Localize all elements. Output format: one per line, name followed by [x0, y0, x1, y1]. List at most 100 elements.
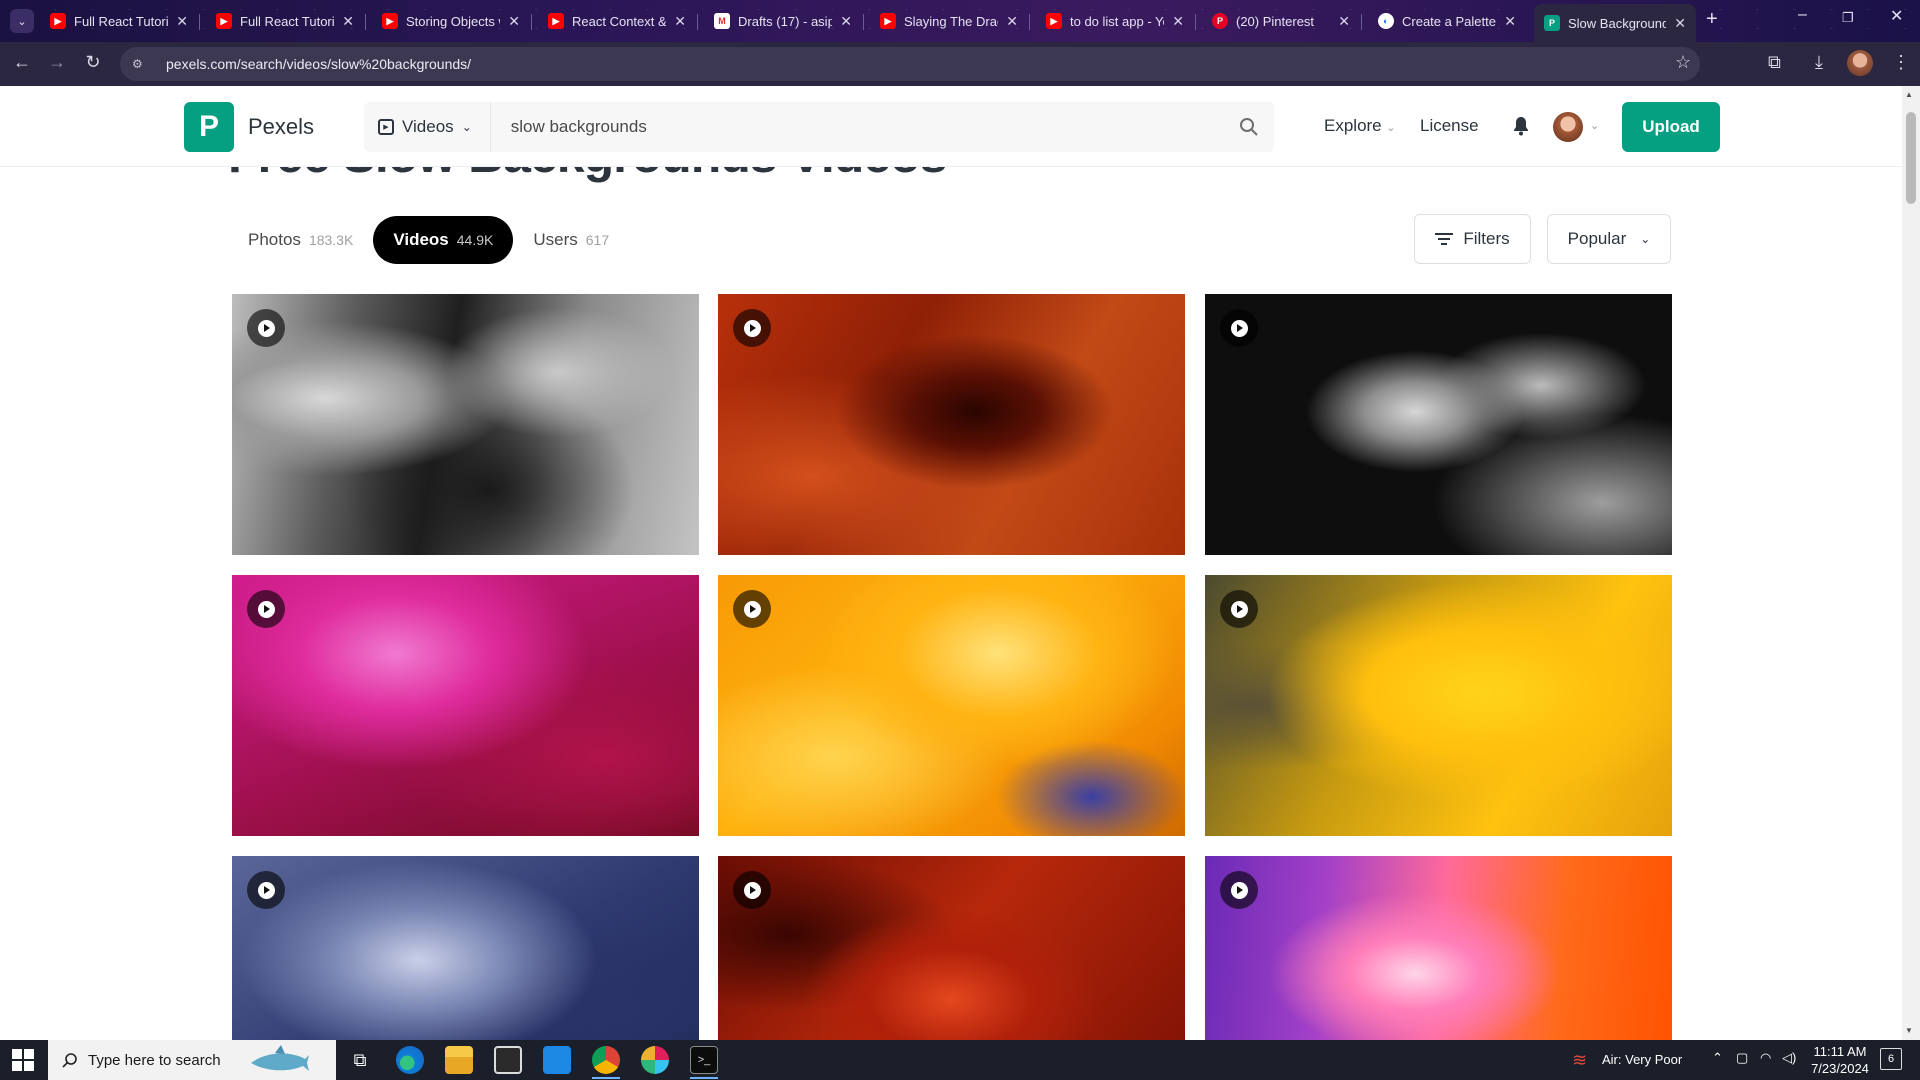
tab-videos[interactable]: Videos 44.9K — [373, 216, 514, 264]
search-type-dropdown[interactable]: ▶ Videos ⌄ — [364, 102, 491, 152]
browser-tab[interactable]: ▶ Full React Tutorial ✕ — [40, 6, 198, 36]
video-card[interactable] — [1205, 575, 1672, 836]
scroll-up-icon[interactable]: ▲ — [1905, 90, 1913, 99]
download-icon[interactable]: ⤓ — [1815, 52, 1823, 73]
reload-icon[interactable]: ↻ — [81, 52, 105, 73]
youtube-icon: ▶ — [1046, 13, 1062, 29]
forward-icon[interactable]: → — [45, 52, 69, 73]
browser-tab[interactable]: ▶ React Context & I ✕ — [538, 6, 696, 36]
shark-icon — [250, 1045, 309, 1071]
browser-tab[interactable]: ▶ Slaying The Drago ✕ — [870, 6, 1028, 36]
video-card[interactable] — [232, 294, 699, 555]
filters-button[interactable]: Filters — [1414, 214, 1531, 264]
browser-tab[interactable]: ▶ Full React Tutorial ✕ — [206, 6, 364, 36]
air-quality-text[interactable]: Air: Very Poor — [1602, 1052, 1682, 1067]
filters-label: Filters — [1463, 229, 1510, 248]
mail-icon[interactable] — [543, 1046, 571, 1074]
chrome-icon[interactable] — [592, 1046, 620, 1074]
url-text: pexels.com/search/videos/slow%20backgrou… — [166, 56, 472, 72]
store-icon[interactable] — [494, 1046, 522, 1074]
search-icon[interactable] — [1224, 117, 1274, 137]
close-tab-icon[interactable]: ✕ — [1172, 13, 1184, 30]
volume-icon[interactable]: ◁) — [1782, 1050, 1796, 1066]
youtube-icon: ▶ — [382, 13, 398, 29]
search-input[interactable] — [490, 102, 1224, 152]
tab-users[interactable]: Users 617 — [513, 216, 629, 264]
notification-center-icon[interactable]: 6 — [1880, 1048, 1902, 1070]
video-card[interactable] — [1205, 856, 1672, 1040]
video-card[interactable] — [718, 294, 1185, 555]
date: 7/23/2024 — [1811, 1061, 1869, 1076]
palette-icon: ◐ — [1378, 13, 1394, 29]
taskbar-search-box[interactable]: Type here to search — [48, 1040, 336, 1080]
play-icon — [733, 590, 771, 628]
upload-button[interactable]: Upload — [1622, 102, 1720, 152]
bookmark-star-icon[interactable]: ☆ — [1675, 52, 1691, 73]
browser-profile-avatar[interactable] — [1847, 50, 1873, 76]
pexels-logo[interactable]: P — [184, 102, 234, 152]
tab-count: 183.3K — [308, 232, 354, 248]
browser-menu-icon[interactable]: ⋮ — [1892, 52, 1910, 73]
video-card[interactable] — [718, 856, 1185, 1040]
tray-chevron-up-icon[interactable]: ⌃ — [1712, 1050, 1723, 1066]
task-view-icon[interactable]: ⧉ — [346, 1046, 374, 1074]
browser-tab-title: Full React Tutorial — [240, 13, 335, 29]
license-link[interactable]: License — [1420, 116, 1479, 136]
browser-tab-active[interactable]: P Slow Background ✕ — [1534, 4, 1696, 42]
slack-icon[interactable] — [641, 1046, 669, 1074]
back-icon[interactable]: ← — [10, 52, 34, 73]
extensions-icon[interactable]: ⧉ — [1768, 52, 1781, 73]
windows-start-icon[interactable] — [12, 1049, 34, 1071]
play-icon — [1220, 871, 1258, 909]
browser-tab-title: Slow Background — [1568, 15, 1667, 31]
restore-icon[interactable]: ❐ — [1842, 10, 1854, 26]
sort-label: Popular — [1567, 229, 1627, 248]
close-tab-icon[interactable]: ✕ — [674, 13, 686, 30]
play-icon — [247, 590, 285, 628]
pexels-logo-text[interactable]: Pexels — [248, 114, 314, 140]
file-explorer-icon[interactable] — [445, 1046, 473, 1074]
taskbar-search-placeholder: Type here to search — [88, 1051, 221, 1069]
minimize-icon[interactable]: – — [1798, 6, 1807, 24]
play-icon — [247, 309, 285, 347]
site-info-icon[interactable]: ⚙ — [132, 57, 150, 71]
edge-icon[interactable] — [396, 1046, 424, 1074]
video-card[interactable] — [232, 856, 699, 1040]
scroll-down-icon[interactable]: ▼ — [1905, 1026, 1913, 1035]
result-type-tabs: Photos 183.3K Videos 44.9K Users 617 — [228, 216, 629, 264]
browser-tab[interactable]: ▶ to do list app - Yo ✕ — [1036, 6, 1194, 36]
video-card[interactable] — [718, 575, 1185, 836]
close-tab-icon[interactable]: ✕ — [342, 13, 354, 30]
tab-photos[interactable]: Photos 183.3K — [228, 216, 373, 264]
chevron-down-icon[interactable]: ⌄ — [1590, 119, 1599, 132]
page-scrollbar[interactable] — [1902, 86, 1920, 1040]
close-tab-icon[interactable]: ✕ — [840, 13, 852, 30]
gmail-icon: M — [714, 13, 730, 29]
new-tab-icon[interactable]: + — [1706, 8, 1718, 31]
sort-dropdown[interactable]: Popular ⌄ — [1547, 214, 1671, 264]
address-bar[interactable]: ⚙ pexels.com/search/videos/slow%20backgr… — [120, 47, 1700, 81]
user-avatar[interactable] — [1553, 112, 1583, 142]
explore-menu[interactable]: Explore ⌄ — [1324, 116, 1396, 136]
meet-now-icon[interactable]: ▢ — [1736, 1050, 1748, 1066]
close-tab-icon[interactable]: ✕ — [176, 13, 188, 30]
video-card[interactable] — [1205, 294, 1672, 555]
notification-bell-icon[interactable] — [1512, 116, 1530, 141]
window-close-icon[interactable]: ✕ — [1890, 6, 1903, 26]
video-card[interactable] — [232, 575, 699, 836]
close-tab-icon[interactable]: ✕ — [508, 13, 520, 30]
clock[interactable]: 11:11 AM 7/23/2024 — [1810, 1043, 1870, 1077]
terminal-icon[interactable]: >_ — [690, 1046, 718, 1074]
tab-search-icon[interactable]: ⌄ — [10, 9, 34, 33]
browser-tab[interactable]: ▶ Storing Objects w ✕ — [372, 6, 530, 36]
scrollbar-thumb[interactable] — [1906, 112, 1916, 204]
close-tab-icon[interactable]: ✕ — [1504, 13, 1516, 30]
close-tab-icon[interactable]: ✕ — [1006, 13, 1018, 30]
browser-tab[interactable]: M Drafts (17) - asiph ✕ — [704, 6, 862, 36]
browser-tab[interactable]: ◐ Create a Palette - ✕ — [1368, 6, 1526, 36]
close-tab-icon[interactable]: ✕ — [1338, 13, 1350, 30]
chevron-down-icon: ⌄ — [1640, 232, 1651, 246]
browser-tab[interactable]: P (20) Pinterest ✕ — [1202, 6, 1360, 36]
close-tab-icon[interactable]: ✕ — [1674, 15, 1686, 32]
network-icon[interactable]: ◠ — [1760, 1050, 1771, 1066]
